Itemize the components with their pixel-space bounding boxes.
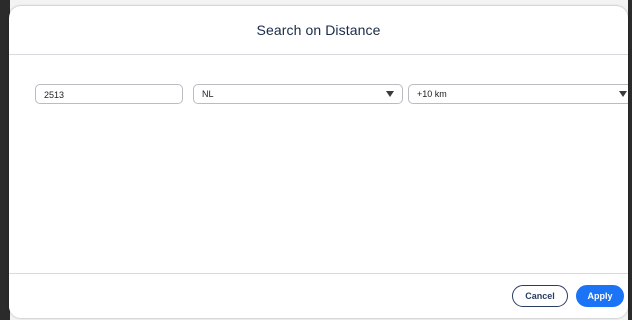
postcode-field[interactable] (35, 84, 183, 104)
distance-select-value: +10 km (417, 89, 447, 99)
dialog-body: NL +10 km (9, 55, 628, 281)
chevron-down-icon (386, 91, 394, 97)
dialog-footer: Cancel Apply (9, 273, 628, 318)
search-distance-dialog: Search on Distance NL +10 km Cancel Appl… (9, 6, 628, 318)
dialog-title: Search on Distance (256, 22, 381, 38)
search-row: NL +10 km (35, 84, 628, 106)
distance-select[interactable]: +10 km (408, 84, 628, 104)
chevron-down-icon (619, 91, 627, 97)
country-select[interactable]: NL (193, 84, 403, 104)
window-edge-right (628, 0, 632, 320)
dialog-header: Search on Distance (9, 6, 628, 55)
country-select-value: NL (202, 89, 214, 99)
cancel-button[interactable]: Cancel (512, 285, 568, 307)
apply-button[interactable]: Apply (576, 285, 624, 307)
postcode-input[interactable] (36, 86, 182, 104)
